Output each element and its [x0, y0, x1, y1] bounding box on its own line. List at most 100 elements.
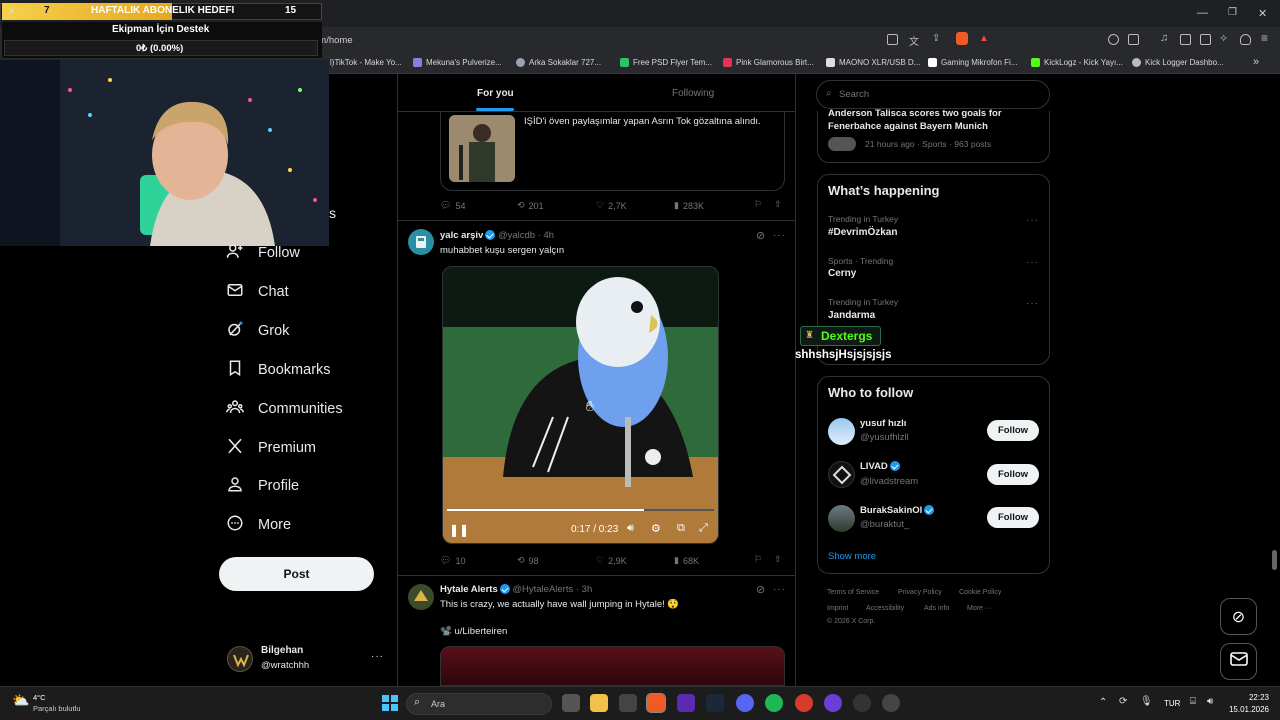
nav-chat[interactable]: Chat	[226, 281, 289, 303]
start-button[interactable]	[382, 695, 398, 711]
tray-app-icon[interactable]: ⟳	[1119, 696, 1127, 707]
brave-rewards-icon[interactable]: ▲	[979, 33, 989, 44]
grok-explain-icon[interactable]: ⊘	[756, 583, 765, 596]
volume-icon[interactable]: 🔊︎	[1207, 696, 1213, 707]
page-scrollbar-thumb[interactable]	[1272, 550, 1277, 570]
bookmark-item[interactable]: KickLogz - Kick Yayı...	[1031, 58, 1123, 67]
volume-icon[interactable]: 🔊︎	[627, 522, 634, 535]
extensions-icon[interactable]	[1108, 34, 1119, 45]
pip-icon[interactable]: ⧉	[677, 522, 685, 535]
file-explorer-icon[interactable]	[590, 694, 608, 712]
footer-link[interactable]: Accessibility	[866, 605, 904, 612]
tweet-more-icon[interactable]: ···	[773, 230, 786, 241]
leo-ai-icon[interactable]: ✧	[1219, 32, 1228, 45]
trend-more-icon[interactable]: ···	[1026, 298, 1039, 309]
trend-name[interactable]: Jandarma	[828, 310, 875, 321]
network-icon[interactable]: ⌸	[1190, 696, 1196, 707]
sidebar-icon[interactable]	[1180, 34, 1191, 45]
bookmark-item[interactable]: Mekuna's Pulverize...	[413, 58, 502, 67]
wallet-icon[interactable]	[1200, 34, 1211, 45]
follow-avatar[interactable]	[828, 461, 855, 488]
news-title[interactable]: Anderson Talisca scores two goals for Fe…	[828, 107, 1028, 133]
taskbar-search[interactable]	[406, 693, 552, 715]
clock-date[interactable]: 15.01.2026	[1224, 705, 1269, 714]
tweet-author[interactable]: yalc arşiv	[440, 230, 483, 241]
nav-follow[interactable]: Follow	[226, 242, 300, 264]
grok-explain-icon[interactable]: ⊘	[756, 229, 765, 242]
trend-more-icon[interactable]: ···	[1026, 257, 1039, 268]
bookmark-tweet-icon[interactable]: ⚐	[754, 199, 762, 210]
like-button[interactable]: ♡ 2,9K	[596, 555, 627, 566]
install-icon[interactable]	[887, 34, 898, 45]
follow-name[interactable]: LIVAD	[860, 461, 888, 472]
share-tweet-icon[interactable]: ⇧	[774, 199, 782, 210]
task-view-icon[interactable]	[562, 694, 580, 712]
tweet-video[interactable]	[442, 266, 719, 544]
tweet-time[interactable]: · 3h	[576, 584, 592, 595]
trend-more-icon[interactable]: ···	[1026, 215, 1039, 226]
brave-browser-icon[interactable]	[646, 693, 666, 713]
account-menu-icon[interactable]: ···	[371, 651, 384, 662]
user-avatar[interactable]	[227, 646, 253, 672]
trend-name[interactable]: Cerny	[828, 268, 856, 279]
follow-button[interactable]: Follow	[987, 507, 1039, 528]
obs-icon[interactable]	[853, 694, 871, 712]
fullscreen-icon[interactable]: ⤢	[699, 522, 708, 535]
microphone-icon[interactable]: 🎙︎	[1140, 696, 1153, 707]
menu-icon[interactable]: ≡	[1261, 31, 1268, 45]
footer-link[interactable]: Privacy Policy	[898, 589, 942, 596]
repost-button[interactable]: ⟲ 98	[517, 555, 539, 566]
app-icon[interactable]	[882, 694, 900, 712]
app-icon[interactable]	[824, 694, 842, 712]
grok-float-button[interactable]: ⊘	[1220, 598, 1257, 635]
footer-link[interactable]: Ads info	[924, 605, 949, 612]
app-icon[interactable]	[795, 694, 813, 712]
messages-float-button[interactable]	[1220, 643, 1257, 680]
views-button[interactable]: ▮ 68K	[674, 555, 699, 566]
store-icon[interactable]	[619, 694, 637, 712]
footer-link[interactable]: Terms of Service	[827, 589, 879, 596]
spotify-icon[interactable]	[765, 694, 783, 712]
pause-icon[interactable]: ❚❚	[449, 523, 469, 537]
tweet-handle[interactable]: @yalcdb	[498, 230, 535, 241]
reply-button[interactable]: 💬︎ 54	[440, 200, 465, 211]
nzxt-app-icon[interactable]	[677, 694, 695, 712]
nav-grok[interactable]: Grok	[226, 320, 289, 342]
follow-name[interactable]: BurakSakinOl	[860, 505, 922, 516]
close-window-icon[interactable]: ✕	[1258, 7, 1267, 20]
nav-premium[interactable]: Premium	[226, 437, 316, 459]
bookmark-item[interactable]: MAONO XLR/USB D...	[826, 58, 920, 67]
reply-button[interactable]: 💬︎ 10	[440, 555, 465, 566]
follow-avatar[interactable]	[828, 418, 855, 445]
settings-icon[interactable]: ⚙	[651, 522, 661, 535]
nav-profile[interactable]: Profile	[226, 475, 299, 497]
tweet-author[interactable]: Hytale Alerts	[440, 584, 498, 595]
minimize-icon[interactable]: —	[1197, 7, 1208, 19]
tweet-more-icon[interactable]: ···	[773, 584, 786, 595]
tweet-media[interactable]	[440, 646, 785, 686]
nav-bookmarks[interactable]: Bookmarks	[226, 359, 331, 381]
post-button[interactable]: Post	[219, 557, 374, 591]
bookmark-item[interactable]: Arka Sokaklar 727...	[516, 58, 601, 67]
show-more-link[interactable]: Show more	[828, 551, 876, 562]
footer-link[interactable]: More ···	[967, 605, 992, 612]
bookmark-item[interactable]: l)TikTok - Make Yo...	[330, 58, 402, 67]
tab-following[interactable]: Following	[672, 88, 714, 99]
footer-link[interactable]: Cookie Policy	[959, 589, 1001, 596]
tweet-avatar[interactable]	[408, 229, 434, 255]
nav-more[interactable]: More	[226, 514, 291, 536]
tweet-handle[interactable]: @HytaleAlerts	[512, 584, 573, 595]
brave-shield-icon[interactable]	[956, 32, 968, 45]
discord-icon[interactable]	[736, 694, 754, 712]
media-icon[interactable]: ♫	[1160, 32, 1168, 44]
bookmark-item[interactable]: Gaming Mikrofon Fi...	[928, 58, 1017, 67]
trend-name[interactable]: #DevrimÖzkan	[828, 227, 897, 238]
tweet-time[interactable]: · 4h	[538, 230, 554, 241]
footer-link[interactable]: Imprint	[827, 605, 848, 612]
like-button[interactable]: ♡ 2,7K	[596, 200, 627, 211]
views-button[interactable]: ▮ 283K	[674, 200, 704, 211]
share-icon[interactable]: ⇪	[932, 33, 940, 44]
weather-icon[interactable]: ⛅	[12, 692, 29, 709]
bookmark-item[interactable]: Kick Logger Dashbo...	[1132, 58, 1224, 67]
tab-for-you[interactable]: For you	[477, 88, 514, 99]
